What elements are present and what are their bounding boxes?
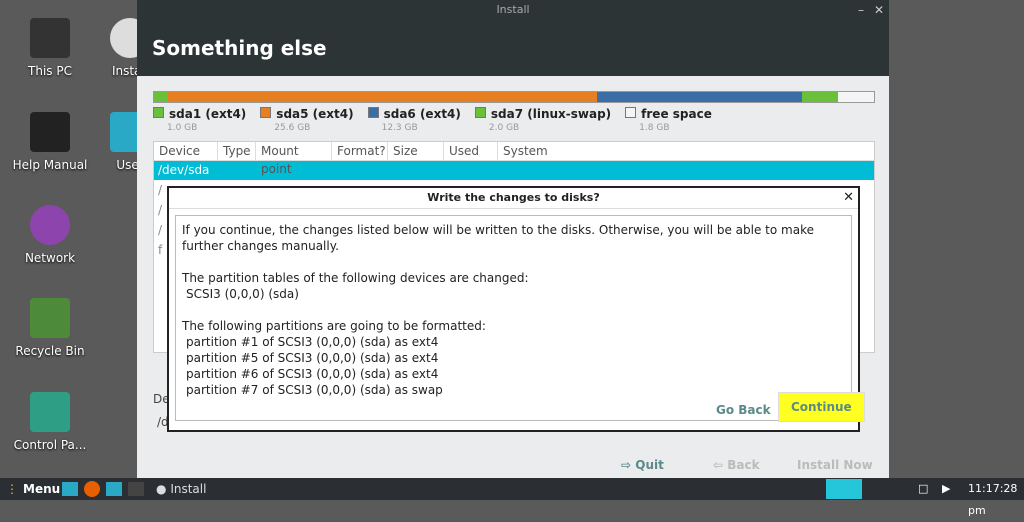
continue-button[interactable]: Continue <box>778 392 865 422</box>
arrow-left-icon: ⇦ <box>713 458 724 472</box>
quit-button[interactable]: ⇨ Quit <box>621 458 664 472</box>
column-header-mount-point[interactable]: Mount point <box>256 142 332 176</box>
column-header-type[interactable]: Type <box>218 142 256 160</box>
format-heading: The following partitions are going to be… <box>182 319 486 333</box>
partition-tables-heading: The partition tables of the following de… <box>182 271 529 285</box>
partition-legend: sda1 (ext4) 1.0 GB sda5 (ext4) 25.6 GB s… <box>153 107 712 133</box>
window-titlebar: Install – ✕ <box>137 0 889 20</box>
clock[interactable]: 11:17:28 pm <box>968 478 1024 517</box>
volume-icon[interactable]: ▶ <box>942 478 950 500</box>
column-header-size[interactable]: Size <box>388 142 444 160</box>
changed-device: SCSI3 (0,0,0) (sda) <box>186 287 299 301</box>
partition-segment-sda6 <box>596 92 802 102</box>
firefox-icon[interactable] <box>84 481 100 497</box>
dialog-intro: If you continue, the changes listed belo… <box>182 223 814 253</box>
legend-item: sda5 (ext4) 25.6 GB <box>260 107 354 133</box>
partition-segment-free <box>837 92 874 102</box>
install-now-button[interactable]: Install Now <box>797 458 873 472</box>
desktop-icon-network[interactable]: Network <box>0 205 100 265</box>
files-icon[interactable] <box>106 482 122 496</box>
disc-icon: ● <box>156 482 167 496</box>
monitor-icon <box>30 18 70 58</box>
legend-swatch <box>625 107 637 118</box>
format-item: partition #6 of SCSI3 (0,0,0) (sda) as e… <box>186 367 439 381</box>
recycle-bin-icon <box>30 298 70 338</box>
quit-icon: ⇨ <box>621 458 632 472</box>
dialog-titlebar: Write the changes to disks? ✕ <box>169 188 858 209</box>
go-back-button[interactable]: Go Back <box>706 396 781 424</box>
format-item: partition #1 of SCSI3 (0,0,0) (sda) as e… <box>186 335 439 349</box>
column-header-used[interactable]: Used <box>444 142 498 160</box>
desktop-icon-control-panel[interactable]: Control Pa... <box>0 392 100 452</box>
menu-button[interactable]: Menu <box>23 478 60 500</box>
format-item: partition #5 of SCSI3 (0,0,0) (sda) as e… <box>186 351 439 365</box>
minimize-icon[interactable]: – <box>853 0 869 20</box>
column-header-device[interactable]: Device <box>154 142 218 160</box>
close-icon[interactable]: ✕ <box>871 0 887 20</box>
legend-item: sda7 (linux-swap) 2.0 GB <box>474 107 611 133</box>
legend-item: sda1 (ext4) 1.0 GB <box>153 107 246 133</box>
partition-segment-sda7 <box>801 92 838 102</box>
column-header-format[interactable]: Format? <box>332 142 388 160</box>
menu-icon: ⋮ <box>6 482 18 496</box>
legend-swatch <box>153 107 164 118</box>
legend-item: free space 1.8 GB <box>625 107 712 133</box>
terminal-icon[interactable] <box>128 482 144 496</box>
dialog-title: Write the changes to disks? <box>427 191 600 204</box>
window-title: Install <box>496 3 530 16</box>
partition-segment-sda1 <box>154 92 169 102</box>
legend-swatch <box>260 107 272 118</box>
workspace-switcher[interactable] <box>826 479 862 499</box>
taskbar-task-install[interactable]: ● Install <box>156 478 206 500</box>
column-header-system[interactable]: System <box>498 142 874 160</box>
page-title: Something else <box>137 20 889 76</box>
legend-swatch <box>474 107 486 118</box>
close-icon[interactable]: ✕ <box>843 188 854 208</box>
table-header: Device Type Mount point Format? Size Use… <box>154 142 874 176</box>
show-desktop-icon[interactable] <box>62 482 78 496</box>
network-status-icon[interactable]: □ <box>918 478 928 500</box>
write-changes-dialog: Write the changes to disks? ✕ If you con… <box>167 186 865 432</box>
legend-item: sda6 (ext4) 12.3 GB <box>367 107 461 133</box>
taskbar: ⋮ Menu ● Install □ ▶ 11:17:28 pm <box>0 478 1024 517</box>
partition-segment-sda5 <box>168 92 597 102</box>
desktop-icon-recycle-bin[interactable]: Recycle Bin <box>0 298 100 358</box>
back-button[interactable]: ⇦ Back <box>713 458 760 472</box>
help-manual-icon <box>30 112 70 152</box>
network-icon <box>30 205 70 245</box>
partition-bar <box>153 91 875 103</box>
legend-swatch <box>367 107 379 118</box>
dialog-body: If you continue, the changes listed belo… <box>175 215 865 424</box>
control-panel-icon <box>30 392 70 432</box>
